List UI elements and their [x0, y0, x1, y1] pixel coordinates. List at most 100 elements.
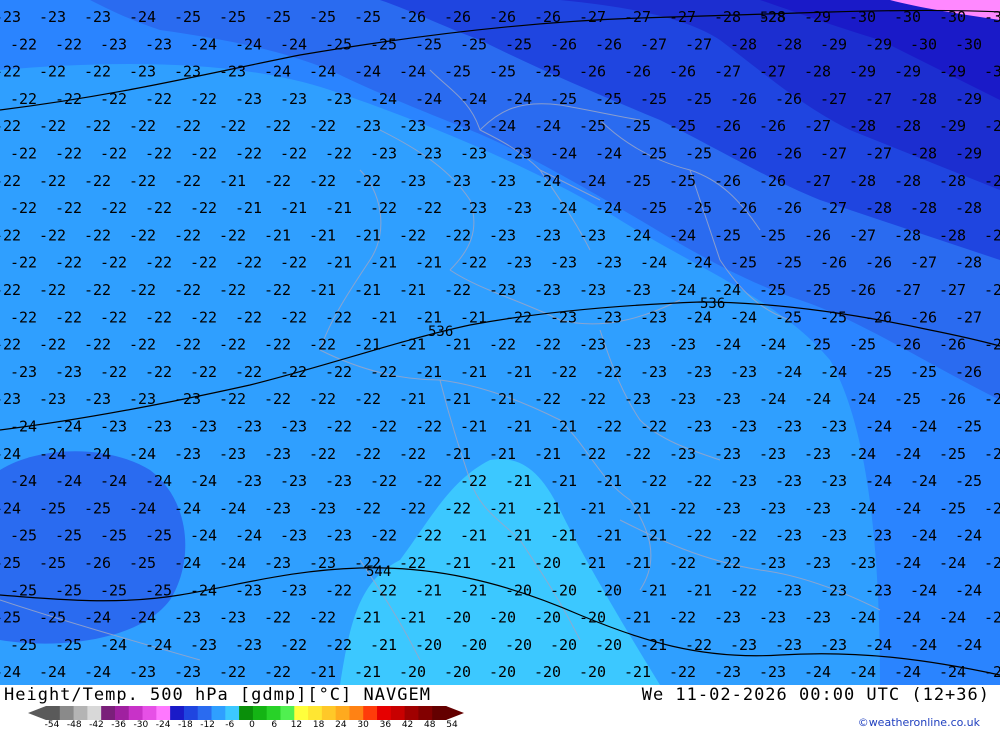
temperature-label: -21: [415, 308, 442, 326]
temperature-label: -25: [84, 499, 111, 517]
temperature-label: -22: [280, 145, 307, 163]
temperature-label: -23: [39, 390, 66, 408]
temperature-label: -23: [759, 663, 786, 681]
temperature-label: -24: [730, 308, 757, 326]
temperature-label: -22: [264, 663, 291, 681]
temperature-label: -24: [129, 8, 156, 26]
temperature-label: -22: [145, 199, 172, 217]
credit-link[interactable]: ©weatheronline.co.uk: [858, 716, 980, 729]
legend-swatch: [377, 706, 392, 720]
temperature-label: -22: [669, 554, 696, 572]
temperature-label: -20: [489, 663, 516, 681]
temperature-label: -23: [84, 8, 111, 26]
temperature-label: -23: [775, 636, 802, 654]
temperature-label: -22: [145, 254, 172, 272]
temperature-label: -21: [444, 336, 471, 354]
temperature-label: -22: [219, 226, 246, 244]
temperature-label: -23: [669, 445, 696, 463]
temperature-label: -23: [370, 145, 397, 163]
temperature-label: -22: [579, 390, 606, 408]
temperature-label: -22: [280, 363, 307, 381]
temperature-label: -20: [444, 663, 471, 681]
temperature-label: -25: [820, 308, 847, 326]
temperature-label: -26: [534, 8, 561, 26]
temperature-label: -25: [714, 226, 741, 244]
legend-tick-label: -42: [89, 720, 104, 730]
temperature-label: -29: [849, 63, 876, 81]
temperature-label: -21: [354, 336, 381, 354]
temperature-label: -25: [624, 172, 651, 190]
legend-tick-label: 54: [446, 720, 458, 730]
temperature-label: -23: [444, 117, 471, 135]
temperature-label: -22: [129, 336, 156, 354]
temperature-label: -22: [190, 254, 217, 272]
temperature-label: -23: [280, 90, 307, 108]
temperature-label: -30: [955, 35, 982, 53]
temperature-label: -28: [910, 145, 937, 163]
temperature-label: -23: [129, 390, 156, 408]
temperature-label: -23: [415, 145, 442, 163]
temperature-label: -21: [354, 281, 381, 299]
temperature-label: -23: [0, 8, 21, 26]
temperature-label: -25: [939, 445, 966, 463]
temperature-label: -25: [550, 90, 577, 108]
temperature-label: -25: [984, 609, 1000, 627]
temperature-label: -29: [955, 145, 982, 163]
temperature-label: -22: [264, 281, 291, 299]
temperature-label: -29: [939, 63, 966, 81]
temperature-label: -24: [955, 636, 982, 654]
temperature-label: -21: [444, 554, 471, 572]
temperature-label: -25: [129, 554, 156, 572]
temperature-label: -24: [370, 90, 397, 108]
temperature-label: -22: [550, 363, 577, 381]
temperature-label: -24: [55, 472, 82, 490]
legend-swatch: [390, 706, 406, 720]
temperature-label: -24: [910, 636, 937, 654]
temperature-label: -21: [505, 527, 532, 545]
temperature-label: -21: [534, 445, 561, 463]
temperature-label: -26: [714, 172, 741, 190]
legend-tick-label: -30: [133, 720, 149, 730]
temperature-label: -24: [10, 472, 37, 490]
temperature-label: -23: [129, 663, 156, 681]
temperature-label: -24: [939, 609, 966, 627]
temperature-label: -21: [685, 581, 712, 599]
legend-swatch: [101, 706, 116, 720]
temperature-label: -22: [145, 145, 172, 163]
temperature-label: -22: [0, 281, 21, 299]
temperature-label: -24: [235, 527, 262, 545]
temperature-label: -23: [399, 117, 426, 135]
temperature-label: -29: [939, 117, 966, 135]
temperature-label: -24: [640, 254, 667, 272]
temperature-label: -22: [264, 390, 291, 408]
temperature-label: -21: [235, 199, 262, 217]
temperature-label: -22: [370, 527, 397, 545]
temperature-label: -27: [865, 90, 892, 108]
temperature-label: -22: [235, 308, 262, 326]
temperature-label: -22: [309, 117, 336, 135]
temperature-label: -25: [174, 8, 201, 26]
legend-tick-label: 42: [401, 720, 414, 730]
temperature-label: -22: [235, 145, 262, 163]
temperature-label: -25: [370, 35, 397, 53]
legend-swatch: [211, 706, 226, 720]
temperature-label: -22: [399, 226, 426, 244]
temperature-label: -25: [100, 527, 127, 545]
temperature-label: -22: [354, 445, 381, 463]
temperature-label: -21: [219, 172, 246, 190]
temperature-label: -20: [460, 636, 487, 654]
temperature-label: -22: [415, 472, 442, 490]
temperature-label: -22: [174, 336, 201, 354]
temperature-label: -27: [714, 63, 741, 81]
temperature-label: -27: [820, 90, 847, 108]
temperature-label: -23: [685, 363, 712, 381]
temperature-label: -22: [280, 308, 307, 326]
temperature-label: -22: [174, 172, 201, 190]
temperature-label: -26: [865, 254, 892, 272]
temperature-label: -26: [955, 363, 982, 381]
legend-swatch: [183, 706, 199, 720]
temperature-label: -24: [849, 609, 876, 627]
temperature-label: -24: [939, 663, 966, 681]
weather-map: 528536536544 -23-23-23-24-25-25-25-25-25…: [0, 0, 1000, 685]
temperature-label: -23: [534, 281, 561, 299]
